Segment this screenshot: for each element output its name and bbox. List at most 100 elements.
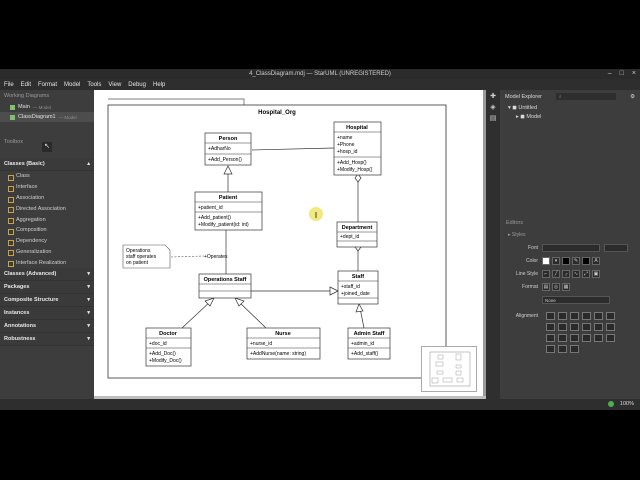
class-patient[interactable]: Patient +patient_id +Add_patient() +Modi…	[194, 191, 263, 231]
extensions-icon[interactable]: ✚	[489, 93, 497, 101]
line-curve-icon[interactable]: ∿	[572, 269, 580, 278]
editors-title: Editors	[506, 220, 524, 226]
align-button[interactable]	[570, 312, 579, 320]
class-department[interactable]: Department +dept_id	[336, 221, 378, 248]
class-person[interactable]: Person +AdharNo +Add_Person()	[204, 132, 252, 166]
align-button[interactable]	[546, 312, 555, 320]
align-button[interactable]	[570, 345, 579, 353]
align-button[interactable]	[570, 323, 579, 331]
menu-model[interactable]: Model	[64, 82, 80, 88]
align-button[interactable]	[594, 334, 603, 342]
align-button[interactable]	[558, 334, 567, 342]
align-button[interactable]	[594, 312, 603, 320]
menu-edit[interactable]: Edit	[21, 82, 31, 88]
app-window: 4_ClassDiagram.mdj — StarUML (UNREGISTER…	[0, 69, 640, 410]
class-nurse[interactable]: Nurse +nurse_id +AddNurse(name: string)	[246, 327, 321, 360]
tool-aggregation[interactable]: Aggregation	[0, 214, 94, 225]
zoom-level[interactable]: 100%	[620, 401, 634, 407]
tool-interface-realization[interactable]: Interface Realization	[0, 257, 94, 268]
menu-format[interactable]: Format	[38, 82, 57, 88]
align-button[interactable]	[594, 323, 603, 331]
menu-debug[interactable]: Debug	[128, 82, 146, 88]
align-button[interactable]	[582, 323, 591, 331]
toolbox-group-classes-basic[interactable]: Classes (Basic) ▴	[0, 158, 94, 171]
line-rounded-icon[interactable]: ╭	[562, 269, 570, 278]
model-explorer-icon[interactable]: ◈	[489, 104, 497, 112]
model-explorer-search[interactable]: ⌕	[556, 93, 617, 100]
align-button[interactable]	[558, 312, 567, 320]
minimize-icon[interactable]: –	[608, 69, 612, 79]
align-button[interactable]	[570, 334, 579, 342]
fill-color-swatch[interactable]	[542, 256, 550, 265]
format-icon-2[interactable]: ◎	[552, 282, 560, 291]
tool-dependency[interactable]: Dependency	[0, 236, 94, 247]
class-doctor[interactable]: Doctor +doc_id +Add_Doc() +Modify_Doc()	[145, 327, 192, 367]
working-diagram-classdiagram1[interactable]: ClassDiagram1 — Model	[0, 112, 94, 122]
tool-directed-association[interactable]: Directed Association	[0, 203, 94, 214]
line-rectilinear-icon[interactable]: ⌐	[542, 269, 550, 278]
class-admin-staff[interactable]: Admin Staff +admin_id +Add_staff()	[347, 327, 391, 360]
maximize-icon[interactable]: □	[620, 69, 624, 79]
tool-class[interactable]: Class	[0, 171, 94, 182]
working-diagram-main[interactable]: Main — Model	[0, 102, 94, 112]
auto-resize-icon[interactable]: ⤢	[582, 269, 590, 278]
align-button[interactable]	[546, 323, 555, 331]
align-button[interactable]	[606, 312, 615, 320]
tree-item-untitled[interactable]: ▾ ◼ Untitled	[508, 103, 640, 112]
fill-icon[interactable]: ▾	[552, 256, 560, 265]
menu-file[interactable]: File	[4, 82, 14, 88]
show-shadow-icon[interactable]: ▣	[592, 269, 600, 278]
menu-view[interactable]: View	[108, 82, 121, 88]
note-link[interactable]	[170, 255, 205, 258]
font-color-swatch[interactable]	[582, 256, 590, 265]
validation-ok-icon[interactable]	[607, 401, 614, 407]
line-color-swatch[interactable]	[562, 256, 570, 265]
close-icon[interactable]: ×	[632, 69, 636, 79]
align-button[interactable]	[546, 345, 555, 353]
diagram-minimap[interactable]	[421, 346, 477, 392]
text-cursor-icon: I	[315, 211, 317, 220]
font-family-select[interactable]	[542, 243, 600, 252]
navigator-icon[interactable]: ▤	[489, 115, 497, 123]
align-button[interactable]	[606, 323, 615, 331]
note-box[interactable]: Operations staff operates on patient	[122, 244, 171, 269]
class-staff[interactable]: Staff +staff_id +joined_date	[337, 270, 379, 305]
align-button[interactable]	[558, 323, 567, 331]
styles-section[interactable]: ▸ Styles	[500, 229, 640, 241]
toolbox-group-instances[interactable]: Instances ▾	[0, 307, 94, 321]
align-button[interactable]	[558, 345, 567, 353]
tool-generalization[interactable]: Generalization	[0, 246, 94, 257]
gen-doctor-opsstaff[interactable]	[181, 299, 213, 329]
toolbox-group-annotations[interactable]: Annotations ▾	[0, 320, 94, 334]
font-size-select[interactable]	[604, 243, 628, 252]
align-button[interactable]	[546, 334, 555, 342]
toolbox-group-composite-structure[interactable]: Composite Structure ▾	[0, 294, 94, 308]
font-color-icon[interactable]: A	[592, 256, 600, 265]
class-operations-staff[interactable]: Operations Staff	[198, 273, 252, 299]
align-button[interactable]	[606, 334, 615, 342]
diagram-canvas[interactable]: Hospital_Org Operations staff operates o…	[94, 90, 484, 396]
cursor-tool-icon[interactable]: ↖	[42, 142, 52, 152]
tool-interface[interactable]: Interface	[0, 182, 94, 193]
settings-gear-icon[interactable]: ⚙	[630, 94, 635, 100]
group-label: Robustness	[4, 336, 36, 343]
format-select[interactable]: None	[542, 295, 610, 304]
toolbox-group-packages[interactable]: Packages ▾	[0, 281, 94, 295]
toolbox-group-classes-advanced[interactable]: Classes (Advanced) ▾	[0, 268, 94, 282]
format-icon-3[interactable]: ▦	[562, 282, 570, 291]
line-oblique-icon[interactable]: ╱	[552, 269, 560, 278]
assoc-person-hospital[interactable]	[251, 147, 335, 151]
class-hospital[interactable]: Hospital +name +Phone +hosp_id +Add_Hosp…	[333, 121, 382, 176]
gen-nurse-opsstaff[interactable]	[236, 299, 267, 329]
menu-help[interactable]: Help	[153, 82, 165, 88]
class-attr: +doc_id	[149, 341, 167, 347]
align-button[interactable]	[582, 312, 591, 320]
align-button[interactable]	[582, 334, 591, 342]
format-icon-1[interactable]: ▤	[542, 282, 550, 291]
toolbox-group-robustness[interactable]: Robustness ▾	[0, 333, 94, 347]
pen-icon[interactable]: ✎	[572, 256, 580, 265]
tool-association[interactable]: Association	[0, 193, 94, 204]
tool-composition[interactable]: Composition	[0, 225, 94, 236]
tree-item-model[interactable]: ▸ ◼ Model	[508, 112, 640, 121]
menu-tools[interactable]: Tools	[87, 82, 101, 88]
